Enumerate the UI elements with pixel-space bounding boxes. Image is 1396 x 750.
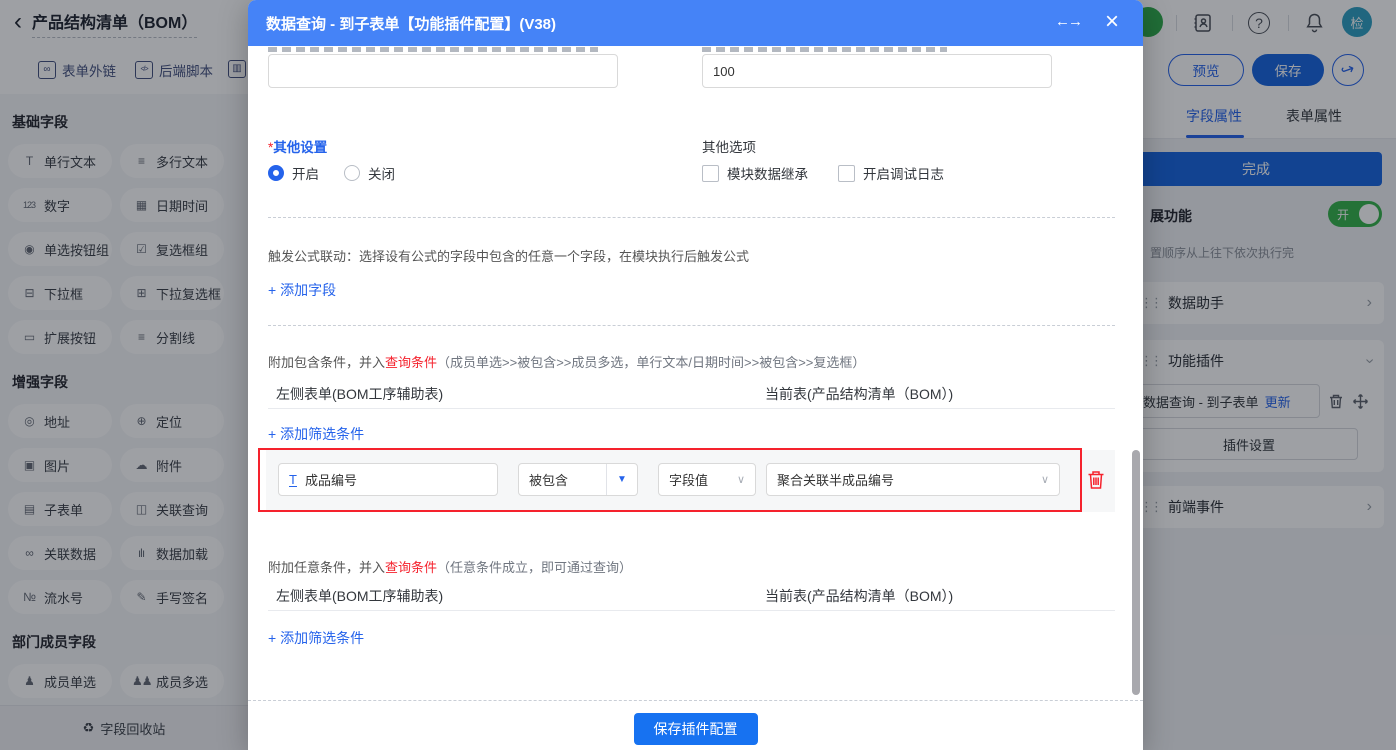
condition-value: 聚合关联半成品编号 <box>777 470 1041 489</box>
modal-title: 数据查询 - 到子表单【功能插件配置】(V38) <box>266 13 556 34</box>
condition-value-select[interactable]: 聚合关联半成品编号 ∨ <box>766 463 1060 496</box>
condition-value-type-select[interactable]: 字段值 ∨ <box>658 463 756 496</box>
note-prefix: 附加包含条件，并入 <box>268 355 385 370</box>
radio-label: 开启 <box>292 163 319 183</box>
note-suffix: （成员单选>>被包含>>成员多选，单行文本/日期时间>>被包含>>复选框） <box>437 355 865 370</box>
modal-footer: 保存插件配置 <box>248 701 1143 750</box>
checkbox-icon <box>702 165 719 182</box>
radio-label: 关闭 <box>368 163 395 183</box>
condition-operator-select[interactable]: 被包含 ▼ <box>518 463 638 496</box>
dashed-divider <box>268 217 1115 218</box>
delete-condition-icon[interactable] <box>1086 469 1106 491</box>
current-form-header: 当前表(产品结构清单（BOM）) <box>765 384 953 404</box>
note-prefix: 附加任意条件，并入 <box>268 560 385 575</box>
text-field-icon: T <box>289 473 297 487</box>
chevron-down-icon: ∨ <box>737 473 745 486</box>
condition-field-select[interactable]: T 成品编号 <box>278 463 498 496</box>
solid-divider <box>268 610 1115 611</box>
dashed-divider <box>268 325 1115 326</box>
resize-icon[interactable]: ←→ <box>1055 13 1081 30</box>
solid-divider <box>268 408 1115 409</box>
plugin-config-modal: 数据查询 - 到子表单【功能插件配置】(V38) ←→ × 100 *其他设置 … <box>248 0 1143 750</box>
clipped-field-label <box>702 47 947 52</box>
formula-trigger-note: 触发公式联动：选择设有公式的字段中包含的任意一个字段，在模块执行后触发公式 <box>268 246 749 265</box>
other-options-label: 其他选项 <box>702 136 756 156</box>
left-form-header: 左侧表单(BOM工序辅助表) <box>276 586 443 606</box>
operator-value: 被包含 <box>519 470 606 489</box>
checkbox-label: 开启调试日志 <box>863 163 944 183</box>
checkbox-icon <box>838 165 855 182</box>
left-form-header: 左侧表单(BOM工序辅助表) <box>276 384 443 404</box>
radio-unselected-icon <box>344 165 360 181</box>
checkbox-module-inherit[interactable]: 模块数据继承 <box>702 163 808 183</box>
radio-selected-icon <box>268 165 284 181</box>
add-filter-condition-link[interactable]: + 添加筛选条件 <box>268 424 364 444</box>
caret-down-icon: ▼ <box>606 464 637 495</box>
save-plugin-config-button[interactable]: 保存插件配置 <box>634 713 758 745</box>
query-condition-text: 查询条件 <box>385 560 437 575</box>
label-text: 其他设置 <box>273 140 327 155</box>
add-filter-condition-link[interactable]: + 添加筛选条件 <box>268 628 364 648</box>
close-icon[interactable]: × <box>1105 8 1119 36</box>
value-type-value: 字段值 <box>669 470 737 489</box>
note-suffix: （任意条件成立，即可通过查询） <box>437 560 632 575</box>
modal-header: 数据查询 - 到子表单【功能插件配置】(V38) ←→ × <box>248 0 1143 46</box>
condition-field-value: 成品编号 <box>305 470 357 489</box>
checkbox-label: 模块数据继承 <box>727 163 808 183</box>
include-condition-note: 附加包含条件，并入查询条件（成员单选>>被包含>>成员多选，单行文本/日期时间>… <box>268 352 865 371</box>
other-settings-label: *其他设置 <box>268 136 327 156</box>
save-plugin-config-label: 保存插件配置 <box>654 719 738 739</box>
chevron-down-icon: ∨ <box>1041 473 1049 486</box>
radio-off-option[interactable]: 关闭 <box>344 163 395 183</box>
config-input-left[interactable] <box>268 54 618 88</box>
current-form-header: 当前表(产品结构清单（BOM）) <box>765 586 953 606</box>
modal-scrollbar-thumb[interactable] <box>1132 450 1140 695</box>
radio-on-option[interactable]: 开启 <box>268 163 319 183</box>
add-field-link[interactable]: + 添加字段 <box>268 280 336 300</box>
any-condition-note: 附加任意条件，并入查询条件（任意条件成立，即可通过查询） <box>268 557 632 576</box>
checkbox-debug-log[interactable]: 开启调试日志 <box>838 163 944 183</box>
clipped-field-label <box>268 47 598 52</box>
query-condition-text: 查询条件 <box>385 355 437 370</box>
input-value: 100 <box>713 64 735 79</box>
config-input-max-count[interactable]: 100 <box>702 54 1052 88</box>
